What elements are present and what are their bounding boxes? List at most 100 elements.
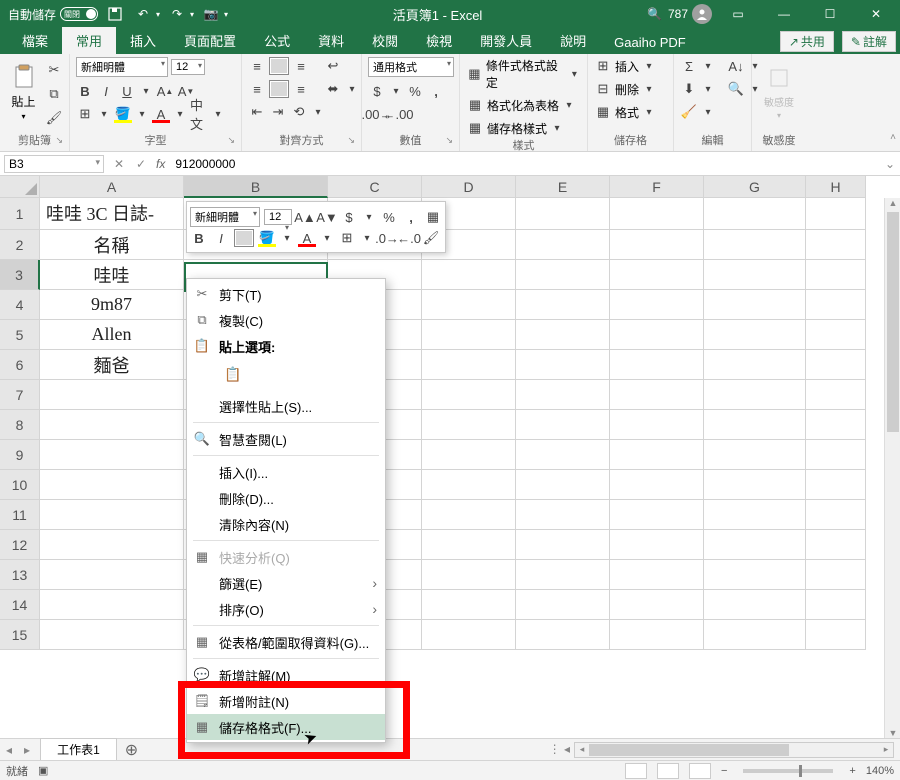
mini-format-painter-icon[interactable]: 🖌 (422, 229, 440, 247)
cell[interactable] (422, 290, 516, 320)
expand-formula-bar-icon[interactable]: ⌄ (880, 157, 900, 171)
vertical-scrollbar[interactable]: ▲ ▼ (884, 198, 900, 738)
cell[interactable] (806, 440, 866, 470)
phonetic-icon[interactable]: 中文 (190, 105, 208, 123)
cell[interactable] (422, 350, 516, 380)
row-header[interactable]: 1 (0, 198, 40, 230)
ribbon-display-icon[interactable]: ▭ (718, 0, 758, 28)
cell[interactable] (40, 530, 184, 560)
row-header[interactable]: 7 (0, 380, 40, 410)
paste-button[interactable]: 貼上 ▾ (6, 57, 41, 127)
mini-font-name[interactable]: 新細明體 (190, 207, 260, 227)
cell[interactable] (806, 290, 866, 320)
cell-styles-button[interactable]: ▦儲存格樣式▾ (466, 119, 581, 137)
sheet-nav-prev[interactable]: ◂ (0, 743, 18, 757)
add-sheet-button[interactable]: ⊕ (117, 740, 146, 760)
orientation-icon[interactable]: ⟲ (290, 103, 308, 121)
tab-data[interactable]: 資料 (304, 27, 358, 54)
cell[interactable] (704, 620, 806, 650)
cm-new-comment[interactable]: 💬新增註解(M) (187, 662, 385, 688)
cm-paste-special[interactable]: 選擇性貼上(S)... (187, 393, 385, 419)
row-header[interactable]: 9 (0, 440, 40, 470)
cell[interactable] (610, 560, 704, 590)
cm-new-note[interactable]: 🗒新增附註(N) (187, 688, 385, 714)
italic-icon[interactable]: I (97, 82, 115, 100)
cm-filter[interactable]: 篩選(E) (187, 570, 385, 596)
formula-input[interactable]: 912000000 (169, 156, 880, 172)
insert-cells-button[interactable]: ⊞插入▾ (594, 57, 656, 75)
cell[interactable] (516, 380, 610, 410)
autosum-icon[interactable]: Σ (680, 57, 698, 75)
cell[interactable] (704, 320, 806, 350)
mini-bold-icon[interactable]: B (190, 229, 208, 247)
align-bottom-icon[interactable]: ≡ (292, 57, 310, 75)
font-name-select[interactable]: 新細明體 (76, 57, 168, 77)
row-header[interactable]: 3 (0, 260, 40, 290)
font-color-icon[interactable]: A (152, 105, 170, 123)
cancel-formula-icon[interactable]: ✕ (108, 157, 130, 171)
cell[interactable] (516, 470, 610, 500)
format-painter-icon[interactable]: 🖌 (45, 109, 63, 127)
cell[interactable] (806, 590, 866, 620)
name-box[interactable]: B3 (4, 155, 104, 173)
cell[interactable] (704, 530, 806, 560)
mini-increase-decimal-icon[interactable]: .0→ (378, 229, 396, 247)
maximize-button[interactable]: ☐ (810, 0, 850, 28)
font-size-select[interactable]: 12 (171, 59, 205, 75)
cell[interactable] (516, 320, 610, 350)
cell[interactable] (516, 410, 610, 440)
cell[interactable] (806, 410, 866, 440)
cell[interactable] (704, 410, 806, 440)
cell[interactable] (516, 500, 610, 530)
cm-insert[interactable]: 插入(I)... (187, 459, 385, 485)
tab-file[interactable]: 檔案 (8, 27, 62, 54)
row-header[interactable]: 13 (0, 560, 40, 590)
enter-formula-icon[interactable]: ✓ (130, 157, 152, 171)
column-header[interactable]: H (806, 176, 866, 198)
cell[interactable] (806, 230, 866, 260)
comments-button[interactable]: ✎ 註解 (842, 31, 896, 52)
cell[interactable] (704, 500, 806, 530)
tab-review[interactable]: 校閱 (358, 27, 412, 54)
fill-color-icon[interactable]: 🪣 (114, 105, 132, 123)
mini-font-size[interactable]: 12 (264, 209, 292, 225)
row-header[interactable]: 12 (0, 530, 40, 560)
tab-pagelayout[interactable]: 頁面配置 (170, 27, 250, 54)
cell[interactable] (422, 380, 516, 410)
format-as-table-button[interactable]: ▦格式化為表格▾ (466, 96, 581, 114)
cell[interactable] (610, 320, 704, 350)
currency-icon[interactable]: $ (368, 82, 386, 100)
cm-delete[interactable]: 刪除(D)... (187, 485, 385, 511)
collapse-ribbon-icon[interactable]: ˄ (890, 132, 896, 143)
tab-gaaiho[interactable]: Gaaiho PDF (600, 31, 700, 54)
cell[interactable] (422, 590, 516, 620)
copy-icon[interactable]: ⧉ (45, 85, 63, 103)
cell[interactable] (806, 620, 866, 650)
conditional-format-button[interactable]: ▦條件式格式設定▾ (466, 57, 581, 91)
cell[interactable]: 麵爸 (40, 350, 184, 380)
cell[interactable] (610, 470, 704, 500)
zoom-level[interactable]: 140% (866, 765, 894, 777)
row-header[interactable]: 14 (0, 590, 40, 620)
align-center-icon[interactable] (269, 80, 289, 98)
mini-percent-icon[interactable]: % (380, 208, 398, 226)
sheet-tab-1[interactable]: 工作表1 (40, 738, 117, 761)
cell[interactable] (704, 260, 806, 290)
cell[interactable] (516, 560, 610, 590)
underline-icon[interactable]: U (118, 82, 136, 100)
row-header[interactable]: 5 (0, 320, 40, 350)
cell[interactable] (422, 410, 516, 440)
cm-from-table[interactable]: ▦從表格/範圍取得資料(G)... (187, 629, 385, 655)
mini-shrink-font-icon[interactable]: A▼ (318, 208, 336, 226)
row-header[interactable]: 15 (0, 620, 40, 650)
mini-decrease-decimal-icon[interactable]: ←.0 (400, 229, 418, 247)
cell[interactable] (422, 560, 516, 590)
paste-option-all-icon[interactable]: 📋 (219, 361, 247, 387)
cell[interactable] (806, 560, 866, 590)
mini-italic-icon[interactable]: I (212, 229, 230, 247)
cell[interactable] (704, 440, 806, 470)
cm-smart-lookup[interactable]: 🔍智慧查閱(L) (187, 426, 385, 452)
cell[interactable] (516, 620, 610, 650)
save-icon[interactable] (104, 3, 126, 25)
cell[interactable] (806, 198, 866, 230)
